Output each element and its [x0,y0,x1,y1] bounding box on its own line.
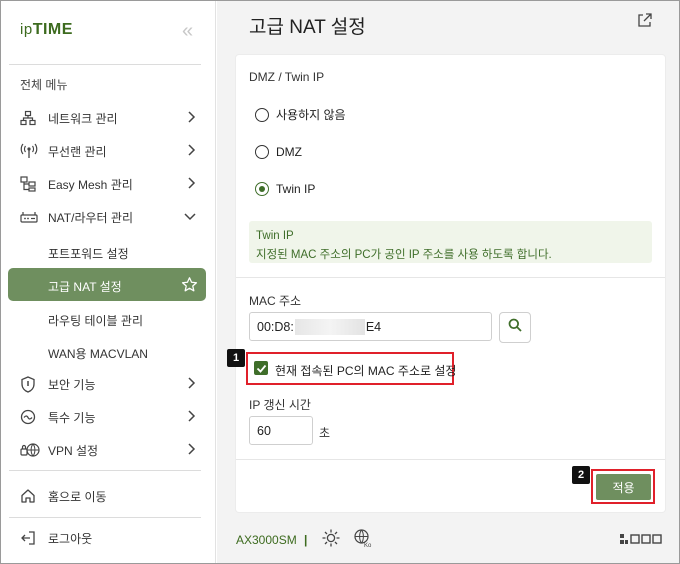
window-frame [0,0,680,564]
